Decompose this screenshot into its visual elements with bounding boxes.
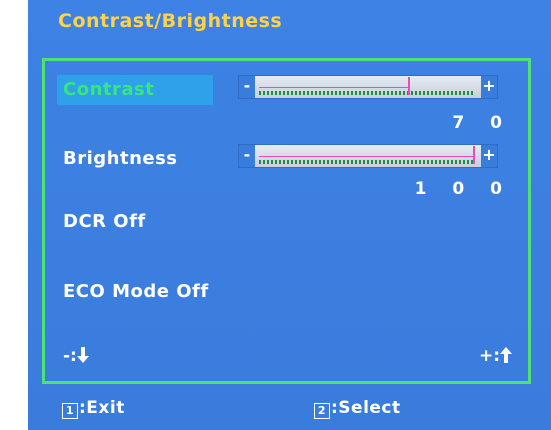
slider-minus-icon: - xyxy=(239,76,255,98)
key-2-icon: 2 xyxy=(314,403,330,419)
slider-thumb[interactable] xyxy=(408,77,411,95)
slider-minus-icon: - xyxy=(239,145,255,167)
menu-item-brightness[interactable]: Brightness xyxy=(57,144,184,174)
menu-item-contrast[interactable]: Contrast xyxy=(57,75,213,105)
nav-down-label: -: xyxy=(63,346,77,366)
menu-item-dcr[interactable]: DCR Off xyxy=(57,207,152,237)
slider-fill xyxy=(259,156,475,157)
nav-down-hint: -: xyxy=(63,346,89,366)
contrast-slider[interactable]: - + xyxy=(238,75,498,99)
up-arrow-icon xyxy=(500,347,512,363)
slider-thumb[interactable] xyxy=(473,146,475,164)
slider-plus-icon: + xyxy=(481,76,497,98)
down-arrow-icon xyxy=(76,347,89,363)
select-label: :Select xyxy=(331,398,401,418)
osd-window: Contrast/Brightness Contrast - + 7 0 Bri… xyxy=(28,0,551,430)
slider-track xyxy=(259,145,475,167)
settings-panel: Contrast - + 7 0 Brightness - + 1 0 0 DC… xyxy=(42,58,531,384)
slider-ticks xyxy=(259,160,475,164)
nav-up-label: +: xyxy=(478,346,500,366)
exit-label: :Exit xyxy=(79,398,125,418)
menu-item-eco-mode[interactable]: ECO Mode Off xyxy=(57,277,215,307)
slider-plus-icon: + xyxy=(481,145,497,167)
footer-exit[interactable]: 1:Exit xyxy=(62,398,125,419)
brightness-value: 1 0 0 xyxy=(414,179,512,199)
slider-ticks xyxy=(259,91,475,95)
footer-select[interactable]: 2:Select xyxy=(314,398,401,419)
contrast-value: 7 0 xyxy=(452,113,512,133)
key-1-icon: 1 xyxy=(62,403,78,419)
osd-title: Contrast/Brightness xyxy=(58,10,283,32)
nav-up-hint: +: xyxy=(479,346,512,366)
slider-fill xyxy=(259,87,411,88)
brightness-slider[interactable]: - + xyxy=(238,144,498,168)
slider-track xyxy=(259,76,475,98)
